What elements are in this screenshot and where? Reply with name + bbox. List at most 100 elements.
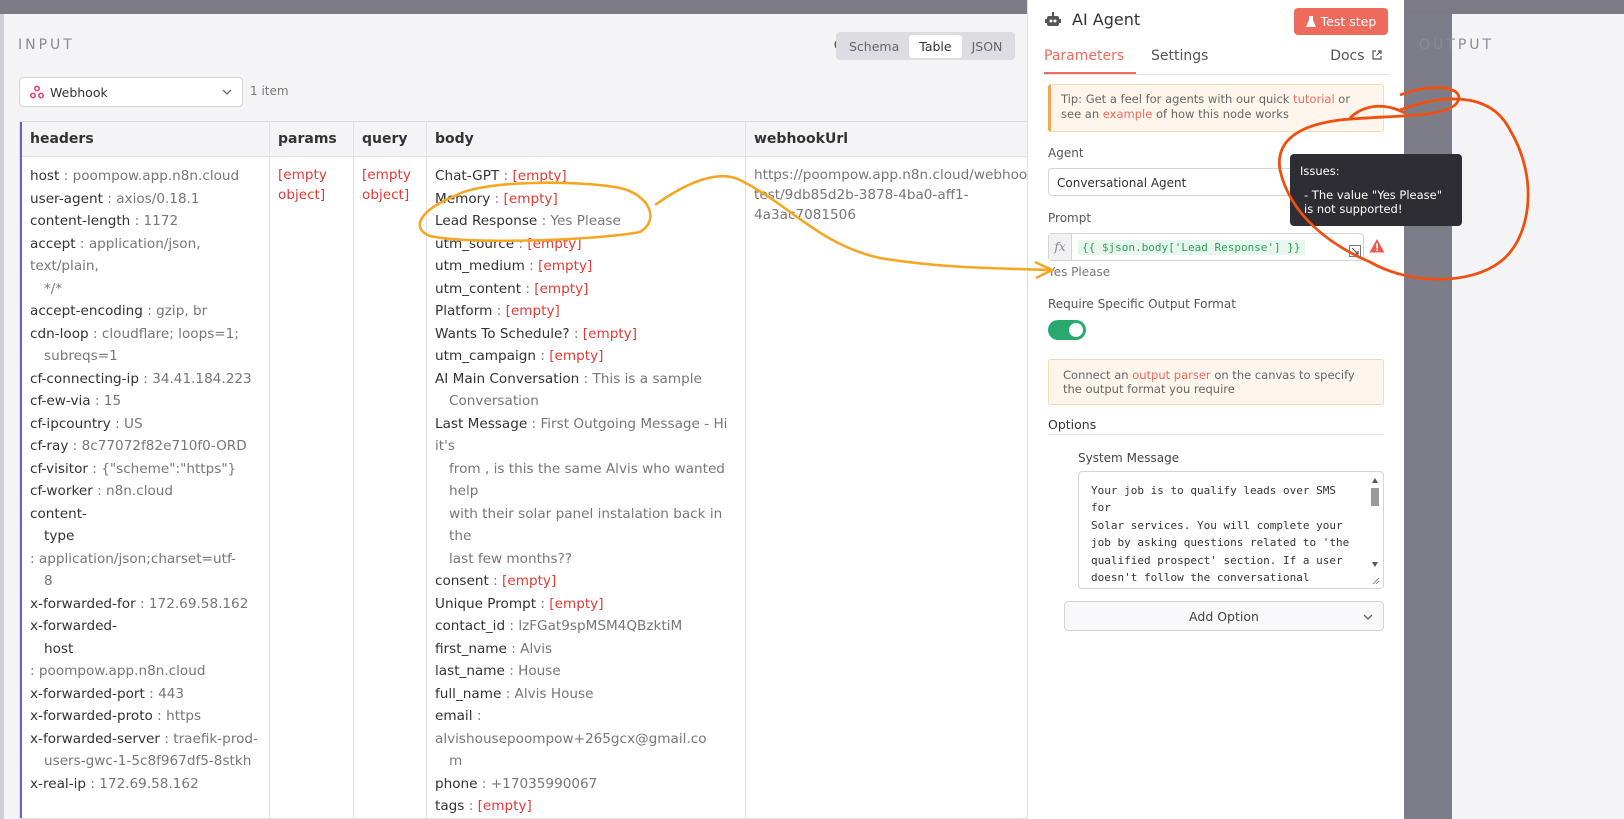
header-key-cont: host [44,640,74,657]
prompt-expression-input[interactable]: fx {{ $json.body['Lead Response'] }} [1048,233,1364,261]
item-count: 1 item [250,84,289,98]
webhook-url-line: https://poompow.app.n8n.cloud/webhoo [754,167,1028,183]
table-column-query: query [empty object] [354,122,427,818]
body-key: utm_content [435,280,522,297]
header-key: cf-ew-via [30,393,91,409]
output-parser-link[interactable]: output parser [1132,368,1210,382]
header-key: accept-encoding [30,303,143,319]
body-list: Chat-GPT : [empty] Memory : [empty] Lead R… [427,157,745,818]
webhook-url-line: 4a3ac7081506 [754,207,856,223]
body-entry: utm_medium : [empty] [435,258,593,274]
body-value: Alvis House [514,685,594,702]
tooltip-message: - The value "Yes Please" is not supporte… [1304,188,1443,216]
params-empty-value: [empty object] [270,157,353,213]
view-json-tab[interactable]: JSON [962,35,1013,58]
tab-settings[interactable]: Settings [1151,48,1208,64]
header-value: poompow.app.n8n.cloud [38,663,206,679]
body-entry: consent : [empty] [435,573,557,589]
tip-text: Tip: Get a feel for agents with our quic… [1061,92,1294,106]
header-entry: host : poompow.app.n8n.cloud [30,168,240,184]
headers-list: host : poompow.app.n8n.cloud user-agent :… [22,157,269,795]
column-header: query [354,122,426,157]
header-key: x-forwarded-proto [30,708,153,724]
header-value: 443 [158,685,185,702]
body-value: [empty] [534,280,589,297]
header-key: cf-connecting-ip [30,370,139,387]
body-value: [empty] [527,235,582,252]
header-key: accept [30,235,76,252]
header-value: 1172 [143,213,179,229]
require-output-toggle[interactable] [1048,320,1086,340]
docs-link[interactable]: Docs [1330,48,1382,64]
body-entry: utm_source : [empty] [435,235,582,252]
header-key-cont: type [44,528,75,544]
body-value: lzFGat9spMSM4QBzktiM [518,618,683,634]
flask-icon [1305,15,1316,27]
table-column-params: params [empty object] [270,122,354,818]
system-message-textarea[interactable]: Your job is to qualify leads over SMS fo… [1078,471,1384,589]
body-value-cont: from , is this the same Alvis who wanted… [449,460,725,500]
table-column-body: body Chat-GPT : [empty] Memory : [empty] L… [427,122,746,818]
header-entry: cf-worker : n8n.cloud [30,483,174,499]
active-tab-indicator [1044,72,1136,74]
body-entry: Memory : [empty] [435,190,558,207]
input-node-select-value: Webhook [50,84,108,100]
add-option-button[interactable]: Add Option [1064,601,1384,631]
body-value: [empty] [502,573,557,589]
header-entry: content-type : application/json;charset=… [22,503,269,593]
body-key: last_name [435,663,505,679]
column-header: body [427,122,745,157]
header-value: cloudflare; loops=1; [101,325,239,342]
body-key: AI Main Conversation [435,370,580,387]
body-entry: Wants To Schedule? : [empty] [435,325,638,342]
textarea-scrollbar[interactable] [1369,474,1381,586]
test-step-label: Test step [1320,14,1377,29]
chevron-down-icon [1363,614,1373,620]
body-key: Last Message [435,415,528,432]
header-key: x-forwarded-for [30,595,136,612]
input-node-select[interactable]: Webhook [19,77,243,107]
header-value: poompow.app.n8n.cloud [72,168,240,184]
tab-parameters[interactable]: Parameters [1044,48,1124,64]
node-settings-panel: AI Agent Test step Parameters Settings D… [1027,0,1404,819]
body-key: Wants To Schedule? [435,325,570,342]
tutorial-link[interactable]: tutorial [1293,92,1335,106]
view-schema-tab[interactable]: Schema [839,35,909,58]
body-value-cont: Conversation [449,393,539,409]
header-value: 15 [103,393,122,409]
tip-text: of how this node works [1152,107,1289,121]
body-value: [empty] [503,190,558,207]
system-message-label: System Message [1078,451,1180,465]
body-key: tags [435,798,465,814]
input-data-table: headers host : poompow.app.n8n.cloud user… [19,121,1050,819]
docs-label: Docs [1330,48,1365,64]
prompt-expression: {{ $json.body['Lead Response'] }} [1078,239,1305,255]
header-entry: user-agent : axios/0.18.1 [30,190,200,207]
header-value-cont: subreqs=1 [44,348,118,364]
params-empty-line: object] [278,187,326,203]
view-mode-switch: Schema Table JSON [836,32,1016,60]
warning-icon[interactable] [1369,238,1385,254]
example-link[interactable]: example [1103,107,1153,121]
header-entry: cf-ipcountry : US [30,415,143,432]
header-key: cf-ray [30,438,69,454]
output-panel-title: OUTPUT [1419,37,1495,53]
header-entry: cf-visitor : {"scheme":"https"} [30,460,237,477]
options-heading: Options [1048,417,1097,432]
expand-icon[interactable] [1349,245,1361,257]
agent-label: Agent [1048,146,1084,160]
header-value: 8c77072f82e710f0-ORD [81,438,247,454]
tip-box: Tip: Get a feel for agents with our quic… [1048,84,1384,132]
header-entry: cdn-loop : cloudflare; loops=1; subreqs=1 [22,323,269,368]
node-title[interactable]: AI Agent [1072,10,1140,29]
header-key: x-real-ip [30,775,87,792]
header-value: application/json;charset=utf- [38,550,236,567]
body-value-cont: with their solar panel instalation back … [449,505,723,545]
test-step-button[interactable]: Test step [1294,8,1388,35]
view-table-tab[interactable]: Table [909,34,962,58]
header-entry: accept-encoding : gzip, br [30,303,208,319]
body-entry: Last Message : First Outgoing Message - … [427,413,745,571]
table-column-headers: headers host : poompow.app.n8n.cloud user… [20,122,270,818]
body-value: [empty] [538,258,593,274]
body-key: phone [435,775,478,792]
